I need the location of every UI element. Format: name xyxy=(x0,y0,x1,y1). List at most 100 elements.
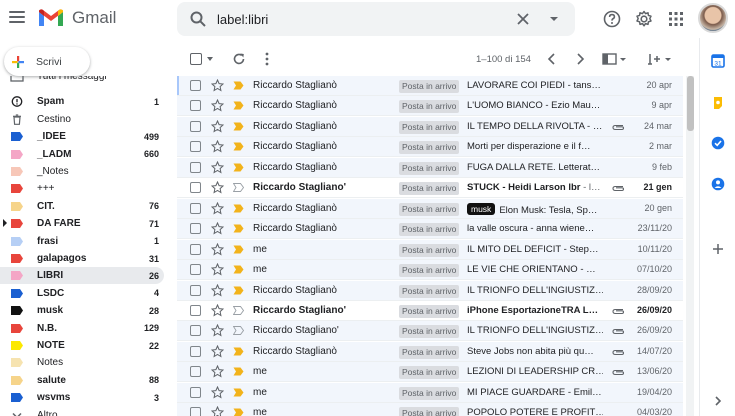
inbox-label-chip[interactable]: Posta in arrivo xyxy=(399,345,460,359)
sidebar-item-idee[interactable]: _IDEE 499 xyxy=(0,128,164,145)
star-icon[interactable] xyxy=(211,140,224,153)
important-marker-icon[interactable] xyxy=(233,408,244,416)
prev-page-icon[interactable] xyxy=(545,52,559,66)
important-marker-icon[interactable] xyxy=(233,81,244,90)
sidebar-item-wsvms[interactable]: wsvms 3 xyxy=(0,389,164,406)
inbox-label-chip[interactable]: Posta in arrivo xyxy=(399,182,460,196)
row-checkbox[interactable] xyxy=(190,407,201,416)
input-tools-icon[interactable] xyxy=(647,52,673,66)
star-icon[interactable] xyxy=(211,263,224,276)
important-marker-icon[interactable] xyxy=(233,265,244,274)
important-marker-icon[interactable] xyxy=(233,142,244,151)
gmail-logo[interactable]: Gmail xyxy=(37,8,116,28)
table-row[interactable]: Riccardo Staglianò Posta in arrivo la val… xyxy=(177,219,683,240)
star-icon[interactable] xyxy=(211,303,224,317)
row-checkbox[interactable] xyxy=(190,80,201,91)
important-marker-outline-icon[interactable] xyxy=(233,326,244,336)
next-page-icon[interactable] xyxy=(573,52,587,66)
search-bar[interactable] xyxy=(177,2,575,36)
table-row[interactable]: me Posta in arrivo IL MITO DEL DEFICIT - S… xyxy=(177,239,683,260)
row-checkbox[interactable] xyxy=(190,223,201,235)
sidebar-item-galapagos[interactable]: galapagos 31 xyxy=(0,250,164,267)
inbox-label-chip[interactable]: Posta in arrivo xyxy=(399,141,460,155)
table-row[interactable]: Riccardo Staglianò Posta in arrivo L'UOMO… xyxy=(177,96,683,117)
star-icon[interactable] xyxy=(211,324,224,337)
refresh-icon[interactable] xyxy=(232,52,246,66)
calendar-icon[interactable]: 31 xyxy=(711,54,725,68)
table-row[interactable]: Riccardo Staglianò Posta in arrivo Morti … xyxy=(177,137,683,158)
sidebar-item-altro[interactable]: Altro xyxy=(0,407,164,416)
table-row[interactable]: Riccardo Staglianò Posta in arrivo IL TEM… xyxy=(177,116,683,137)
star-icon[interactable] xyxy=(211,242,224,256)
inbox-label-chip[interactable]: Posta in arrivo xyxy=(399,100,460,114)
important-marker-outline-icon[interactable] xyxy=(233,183,244,193)
table-row[interactable]: me Posta in arrivo POPOLO POTERE E PROFIT…… xyxy=(177,403,683,416)
star-icon[interactable] xyxy=(211,385,224,399)
sidebar-item-note[interactable]: NOTE 22 xyxy=(0,337,164,354)
scrollbar-thumb[interactable] xyxy=(687,76,694,131)
star-icon[interactable] xyxy=(211,201,224,215)
table-row[interactable]: Riccardo Staglianò Posta in arrivo Steve … xyxy=(177,341,683,362)
row-checkbox[interactable] xyxy=(190,141,201,153)
expand-arrow-icon[interactable] xyxy=(2,219,8,228)
chevron-right-icon[interactable] xyxy=(711,394,725,408)
row-checkbox[interactable] xyxy=(190,243,201,255)
sidebar-item-n-b[interactable]: N.B. 129 xyxy=(0,320,164,337)
inbox-label-chip[interactable]: Posta in arrivo xyxy=(399,304,460,318)
row-checkbox[interactable] xyxy=(190,325,201,337)
avatar[interactable] xyxy=(698,3,728,33)
sidebar-item-spam[interactable]: Spam 1 xyxy=(0,93,164,110)
search-icon[interactable] xyxy=(189,10,207,28)
inbox-label-chip[interactable]: Posta in arrivo xyxy=(399,407,460,416)
row-checkbox[interactable] xyxy=(190,100,201,112)
row-checkbox[interactable] xyxy=(190,386,201,398)
row-checkbox[interactable] xyxy=(190,202,201,214)
table-row[interactable]: Riccardo Staglianò Posta in arrivo FUGA D… xyxy=(177,157,683,178)
inbox-label-chip[interactable]: Posta in arrivo xyxy=(399,243,460,257)
sidebar-item-[interactable]: +++ xyxy=(0,180,164,197)
inbox-label-chip[interactable]: Posta in arrivo xyxy=(399,161,460,175)
hamburger-menu-icon[interactable] xyxy=(9,11,25,25)
important-marker-icon[interactable] xyxy=(233,101,244,110)
row-checkbox[interactable] xyxy=(190,161,201,173)
keep-icon[interactable] xyxy=(711,96,725,110)
compose-button[interactable]: Scrivi xyxy=(4,47,90,76)
settings-gear-icon[interactable] xyxy=(634,9,654,29)
sidebar-item-ladm[interactable]: _LADM 660 xyxy=(0,146,164,163)
tasks-icon[interactable] xyxy=(711,136,725,150)
table-row[interactable]: me Posta in arrivo LEZIONI DI LEADERSHIP C… xyxy=(177,362,683,383)
row-checkbox[interactable] xyxy=(190,366,201,378)
row-checkbox[interactable] xyxy=(190,182,201,194)
split-pane-icon[interactable] xyxy=(602,53,628,65)
close-icon[interactable] xyxy=(515,11,531,27)
sidebar-item-musk[interactable]: musk 28 xyxy=(0,302,164,319)
star-icon[interactable] xyxy=(211,160,224,174)
row-checkbox[interactable] xyxy=(190,120,201,132)
sidebar-item-notes[interactable]: Notes xyxy=(0,354,164,371)
table-row[interactable]: me Posta in arrivo MI PIACE GUARDARE - Emi… xyxy=(177,382,683,403)
important-marker-icon[interactable] xyxy=(233,163,244,172)
table-row[interactable]: Riccardo Staglianò Posta in arrivo IL TRI… xyxy=(177,280,683,301)
select-caret-icon[interactable] xyxy=(207,57,213,61)
star-icon[interactable] xyxy=(211,99,224,112)
table-row[interactable]: me Posta in arrivo LE VIE CHE ORIENTANO - … xyxy=(177,260,683,281)
inbox-label-chip[interactable]: Posta in arrivo xyxy=(399,325,460,339)
sidebar-item-lsdc[interactable]: LSDC 4 xyxy=(0,285,164,302)
table-row[interactable]: Riccardo Staglianò Posta in arrivo LAVORA… xyxy=(177,76,683,96)
inbox-label-chip[interactable]: Posta in arrivo xyxy=(399,264,460,278)
table-row[interactable]: Riccardo Stagliano' Posta in arrivo IL TRI… xyxy=(177,321,683,342)
table-row[interactable]: Riccardo Stagliano' Posta in arrivo iPhone… xyxy=(177,300,683,321)
important-marker-icon[interactable] xyxy=(233,204,244,213)
inbox-label-chip[interactable]: Posta in arrivo xyxy=(399,202,460,216)
important-marker-icon[interactable] xyxy=(233,286,244,295)
star-icon[interactable] xyxy=(211,344,224,358)
star-icon[interactable] xyxy=(211,406,224,416)
sidebar-item-cit[interactable]: CIT. 76 xyxy=(0,198,164,215)
table-row[interactable]: Riccardo Staglianò Posta in arrivo musk El… xyxy=(177,198,683,219)
sidebar-item-notes[interactable]: _Notes xyxy=(0,163,164,180)
star-icon[interactable] xyxy=(211,222,224,235)
star-icon[interactable] xyxy=(211,365,224,378)
star-icon[interactable] xyxy=(211,283,224,297)
inbox-label-chip[interactable]: Posta in arrivo xyxy=(399,284,460,298)
important-marker-icon[interactable] xyxy=(233,347,244,356)
